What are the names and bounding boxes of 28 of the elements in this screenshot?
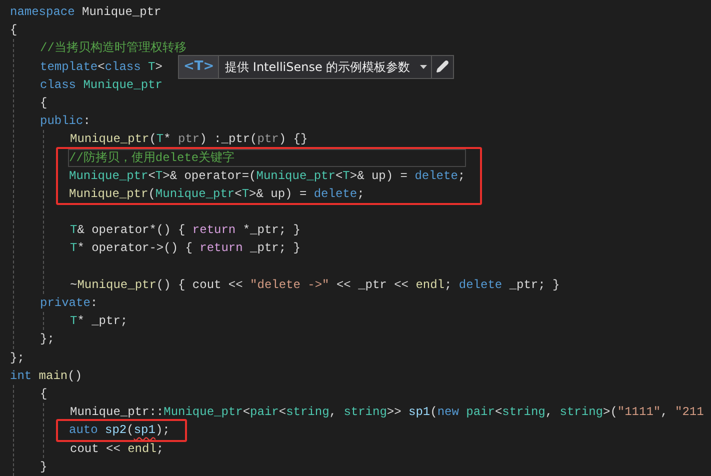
code-line: Munique_ptr(T* ptr) :_ptr(ptr) {} xyxy=(70,131,308,148)
dropdown-caret-icon[interactable] xyxy=(420,64,428,69)
code-line: namespace Munique_ptr xyxy=(10,4,162,21)
template-badge: <T> xyxy=(179,56,220,78)
code-line: { xyxy=(10,22,18,40)
code-line: //当拷贝构造时管理权转移 xyxy=(40,40,186,58)
code-line: //防拷贝，使用delete关键字 xyxy=(69,150,235,166)
code-line: { xyxy=(40,386,48,403)
code-line: cout << endl; xyxy=(70,440,164,458)
code-line: private: xyxy=(40,295,98,312)
code-line: auto sp2(sp1); xyxy=(69,422,170,440)
intellisense-hint[interactable]: <T> 提供 IntelliSense 的示例模板参数 xyxy=(178,54,454,79)
code-line: ~Munique_ptr() { cout << "delete ->" << _ptr << endl; delete _ptr; } xyxy=(70,276,560,294)
code-line: int main() xyxy=(10,368,82,385)
code-line: Munique_ptr<T>& operator=(Munique_ptr<T>& up) = delete; xyxy=(69,168,466,185)
code-line: public: xyxy=(40,113,90,130)
code-line: T* operator->() { return _ptr; } xyxy=(70,240,300,258)
code-line: { xyxy=(40,94,48,112)
code-line: class Munique_ptr xyxy=(40,76,162,94)
hint-text: 提供 IntelliSense 的示例模板参数 xyxy=(224,58,412,76)
code-line: }; xyxy=(40,331,54,348)
code-line: } xyxy=(40,458,48,476)
code-line: T* _ptr; xyxy=(70,313,128,330)
code-line: T& operator*() { return *_ptr; } xyxy=(70,222,300,240)
code-line: template<class T> xyxy=(40,58,162,76)
code-line: }; xyxy=(10,350,24,367)
code-line: Munique_ptr::Munique_ptr<pair<string, string>> sp1(new pair<string, string>("1111", "211 xyxy=(70,404,704,422)
code-line: Munique_ptr(Munique_ptr<T>& up) = delete; xyxy=(69,186,364,203)
